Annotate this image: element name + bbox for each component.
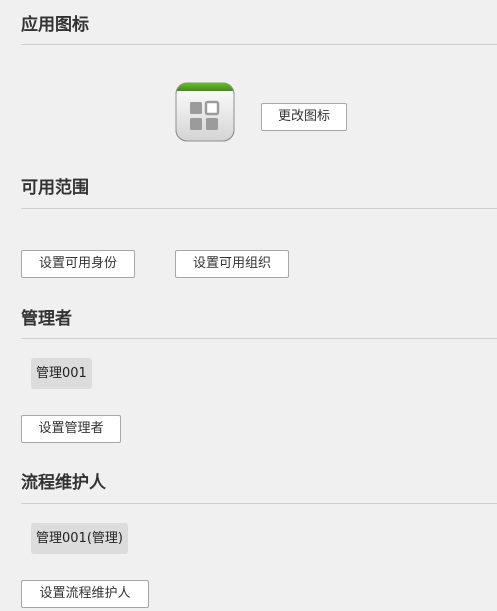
section-divider bbox=[21, 338, 497, 339]
section-divider bbox=[21, 503, 497, 504]
maintainer-section-title: 流程维护人 bbox=[21, 473, 106, 493]
app-settings-page: 应用图标 更改图标 可用范围 设置可用身份 设置可用组织 管理者 管理001 设… bbox=[0, 0, 497, 611]
maintainer-tag: 管理001(管理) bbox=[31, 523, 128, 554]
app-grid-icon bbox=[175, 82, 235, 142]
change-icon-button[interactable]: 更改图标 bbox=[261, 103, 347, 131]
section-divider bbox=[21, 208, 497, 209]
admin-section-title: 管理者 bbox=[21, 309, 72, 329]
section-divider bbox=[21, 44, 497, 45]
set-process-maintainer-button[interactable]: 设置流程维护人 bbox=[21, 580, 149, 608]
admin-tag: 管理001 bbox=[31, 358, 92, 389]
set-available-org-button[interactable]: 设置可用组织 bbox=[175, 250, 289, 278]
app-icon-section-title: 应用图标 bbox=[21, 15, 89, 35]
scope-section-title: 可用范围 bbox=[21, 178, 89, 198]
set-admin-button[interactable]: 设置管理者 bbox=[21, 415, 121, 443]
set-available-identity-button[interactable]: 设置可用身份 bbox=[21, 250, 135, 278]
